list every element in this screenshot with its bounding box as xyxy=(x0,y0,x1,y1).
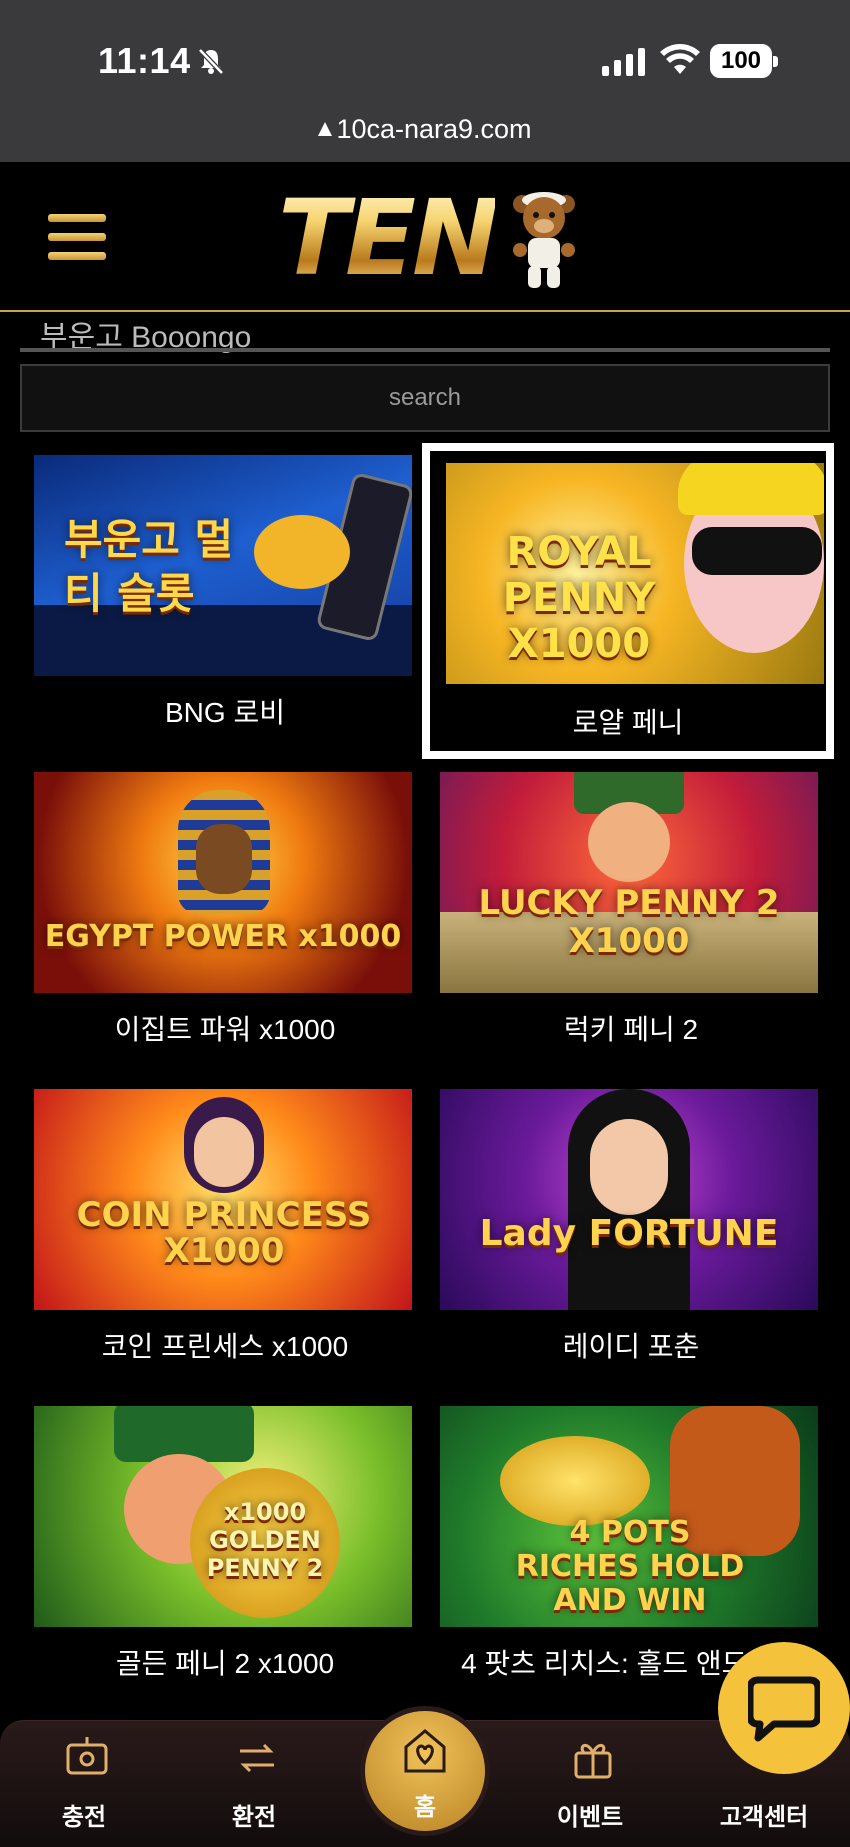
search-box xyxy=(20,364,830,432)
game-label: 레이디 포춘 xyxy=(562,1331,700,1362)
bell-muted-icon xyxy=(198,48,224,75)
nav-exchange[interactable]: 환전 xyxy=(184,1721,324,1847)
system-status-bar: 11:14 100 10ca-nara9.com xyxy=(0,0,850,162)
menu-bar xyxy=(48,214,106,222)
url-text: 10ca-nara9.com xyxy=(336,114,532,144)
wifi-icon xyxy=(660,44,700,74)
game-thumbnail: 4 POTS RICHES HOLD AND WIN xyxy=(440,1406,818,1627)
exchange-icon xyxy=(240,1743,274,1773)
game-thumbnail: COIN PRINCESS X1000 xyxy=(34,1089,412,1310)
game-card-bng-lobby[interactable]: 부운고 멀티 슬롯 BNG 로비 xyxy=(24,443,412,743)
game-card-egypt-power[interactable]: EGYPT POWER x1000 이집트 파워 x1000 xyxy=(24,760,412,1060)
lock-icon xyxy=(318,122,333,136)
game-thumbnail-title: 4 POTS RICHES HOLD AND WIN xyxy=(515,1515,745,1618)
gift-icon xyxy=(574,1744,612,1779)
nav-event[interactable]: 이벤트 xyxy=(520,1721,660,1847)
game-thumbnail-title: COIN PRINCESS X1000 xyxy=(76,1195,372,1271)
game-thumbnail: EGYPT POWER x1000 xyxy=(34,772,412,993)
nav-label: 이벤트 xyxy=(556,1804,624,1831)
cellular-signal-icon xyxy=(602,48,645,76)
game-label: 로얄 페니 xyxy=(572,707,684,738)
game-card-lady-fortune[interactable]: Lady FORTUNE 레이디 포춘 xyxy=(430,1077,818,1377)
game-thumbnail: LUCKY PENNY 2 X1000 xyxy=(440,772,818,993)
nav-deposit[interactable]: 충전 xyxy=(14,1721,154,1847)
game-thumbnail-title: EGYPT POWER x1000 xyxy=(44,919,402,954)
nav-label: 환전 xyxy=(231,1804,277,1831)
nav-label: 고객센터 xyxy=(719,1804,809,1831)
game-card-coin-princess[interactable]: COIN PRINCESS X1000 코인 프린세스 x1000 xyxy=(24,1077,412,1377)
deposit-icon xyxy=(66,1737,108,1775)
nav-label: 홈 xyxy=(413,1794,437,1821)
game-label: BNG 로비 xyxy=(165,697,285,728)
nav-home[interactable]: 홈 xyxy=(360,1706,490,1836)
bear-mascot-icon xyxy=(513,192,575,288)
menu-bar xyxy=(48,233,106,241)
logo-text: TEN xyxy=(278,177,499,299)
chat-button[interactable] xyxy=(718,1642,850,1774)
battery-indicator: 100 xyxy=(710,44,778,78)
status-time: 11:14 xyxy=(98,40,191,81)
game-thumbnail: 부운고 멀티 슬롯 xyxy=(34,455,412,676)
game-thumbnail-title: x1000 GOLDEN PENNY 2 xyxy=(206,1498,324,1582)
url-bar[interactable]: 10ca-nara9.com xyxy=(0,114,850,154)
game-card-lucky-penny-2[interactable]: LUCKY PENNY 2 X1000 럭키 페니 2 xyxy=(430,760,818,1060)
game-thumbnail: x1000 GOLDEN PENNY 2 xyxy=(34,1406,412,1627)
section-divider xyxy=(20,348,830,352)
game-card-royal-penny[interactable]: ROYAL PENNY X1000 로얄 페니 xyxy=(422,443,834,759)
game-label: 코인 프린세스 x1000 xyxy=(101,1331,349,1362)
home-heart-icon xyxy=(404,1729,446,1773)
game-thumbnail-title: Lady FORTUNE xyxy=(479,1213,779,1254)
site-logo[interactable]: TEN xyxy=(278,182,578,294)
game-thumbnail: ROYAL PENNY X1000 xyxy=(446,463,824,684)
game-label: 이집트 파워 x1000 xyxy=(114,1014,336,1045)
game-thumbnail-title: 부운고 멀티 슬롯 xyxy=(64,515,234,618)
menu-bar xyxy=(48,252,106,260)
game-thumbnail: Lady FORTUNE xyxy=(440,1089,818,1310)
game-card-golden-penny-2[interactable]: x1000 GOLDEN PENNY 2 골든 페니 2 x1000 xyxy=(24,1394,412,1694)
menu-button[interactable] xyxy=(48,214,106,268)
chat-bubble-icon xyxy=(748,1676,820,1742)
game-label: 럭키 페니 2 xyxy=(563,1014,699,1045)
search-input[interactable] xyxy=(22,366,828,430)
game-thumbnail-title: ROYAL PENNY X1000 xyxy=(502,529,656,667)
game-thumbnail-title: LUCKY PENNY 2 X1000 xyxy=(478,883,780,961)
app-header: TEN xyxy=(0,162,850,312)
nav-label: 충전 xyxy=(61,1804,107,1831)
game-label: 골든 페니 2 x1000 xyxy=(115,1648,335,1679)
